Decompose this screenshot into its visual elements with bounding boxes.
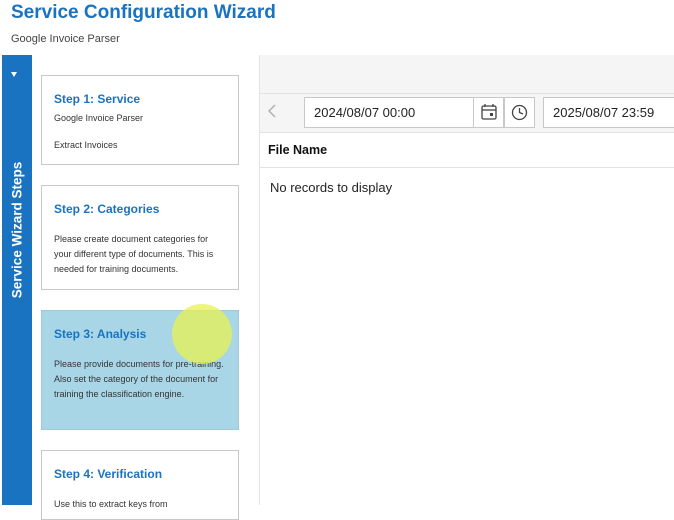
step-title: Step 4: Verification [54, 467, 163, 481]
step-card-verification[interactable]: Step 4: Verification Use this to extract… [41, 450, 239, 520]
end-datetime-input[interactable]: 2025/08/07 23:59 [543, 97, 674, 128]
empty-grid-message: No records to display [270, 180, 393, 195]
start-datetime-input[interactable]: 2024/08/07 00:00 [304, 97, 474, 128]
wizard-steps-tab-label: Service Wizard Steps [9, 161, 25, 299]
chevron-left-icon[interactable] [267, 104, 276, 123]
step-description: Google Invoice Parser [54, 113, 144, 123]
step-title: Step 1: Service [54, 92, 141, 106]
step-description: Please create document categories for yo… [54, 234, 214, 274]
step-title: Step 3: Analysis [54, 327, 147, 341]
date-filter-bar: 2024/08/07 00:00 2025/08/07 23:59 [260, 94, 674, 133]
page-subtitle: Google Invoice Parser [11, 33, 120, 45]
calendar-button[interactable] [473, 97, 504, 128]
time-button[interactable] [504, 97, 535, 128]
wizard-steps-panel: Step 1: Service Google Invoice Parser Ex… [33, 55, 259, 520]
step-card-service[interactable]: Step 1: Service Google Invoice Parser Ex… [41, 75, 239, 165]
step-description: Please provide documents for pre-trainin… [54, 359, 224, 399]
clock-icon [511, 104, 528, 121]
step-description: Extract Invoices [54, 140, 118, 150]
grid-column-header: File Name [260, 133, 674, 168]
chevron-down-icon[interactable] [11, 72, 17, 77]
step-card-categories[interactable]: Step 2: Categories Please create documen… [41, 185, 239, 290]
page-title: Service Configuration Wizard [11, 2, 276, 23]
wizard-steps-tab[interactable]: Service Wizard Steps [2, 55, 32, 505]
column-header-file-name[interactable]: File Name [268, 143, 327, 157]
step-title: Step 2: Categories [54, 202, 160, 216]
grid-toolbar [260, 55, 674, 94]
calendar-icon [481, 104, 497, 120]
step-card-analysis[interactable]: Step 3: Analysis Please provide document… [41, 310, 239, 430]
